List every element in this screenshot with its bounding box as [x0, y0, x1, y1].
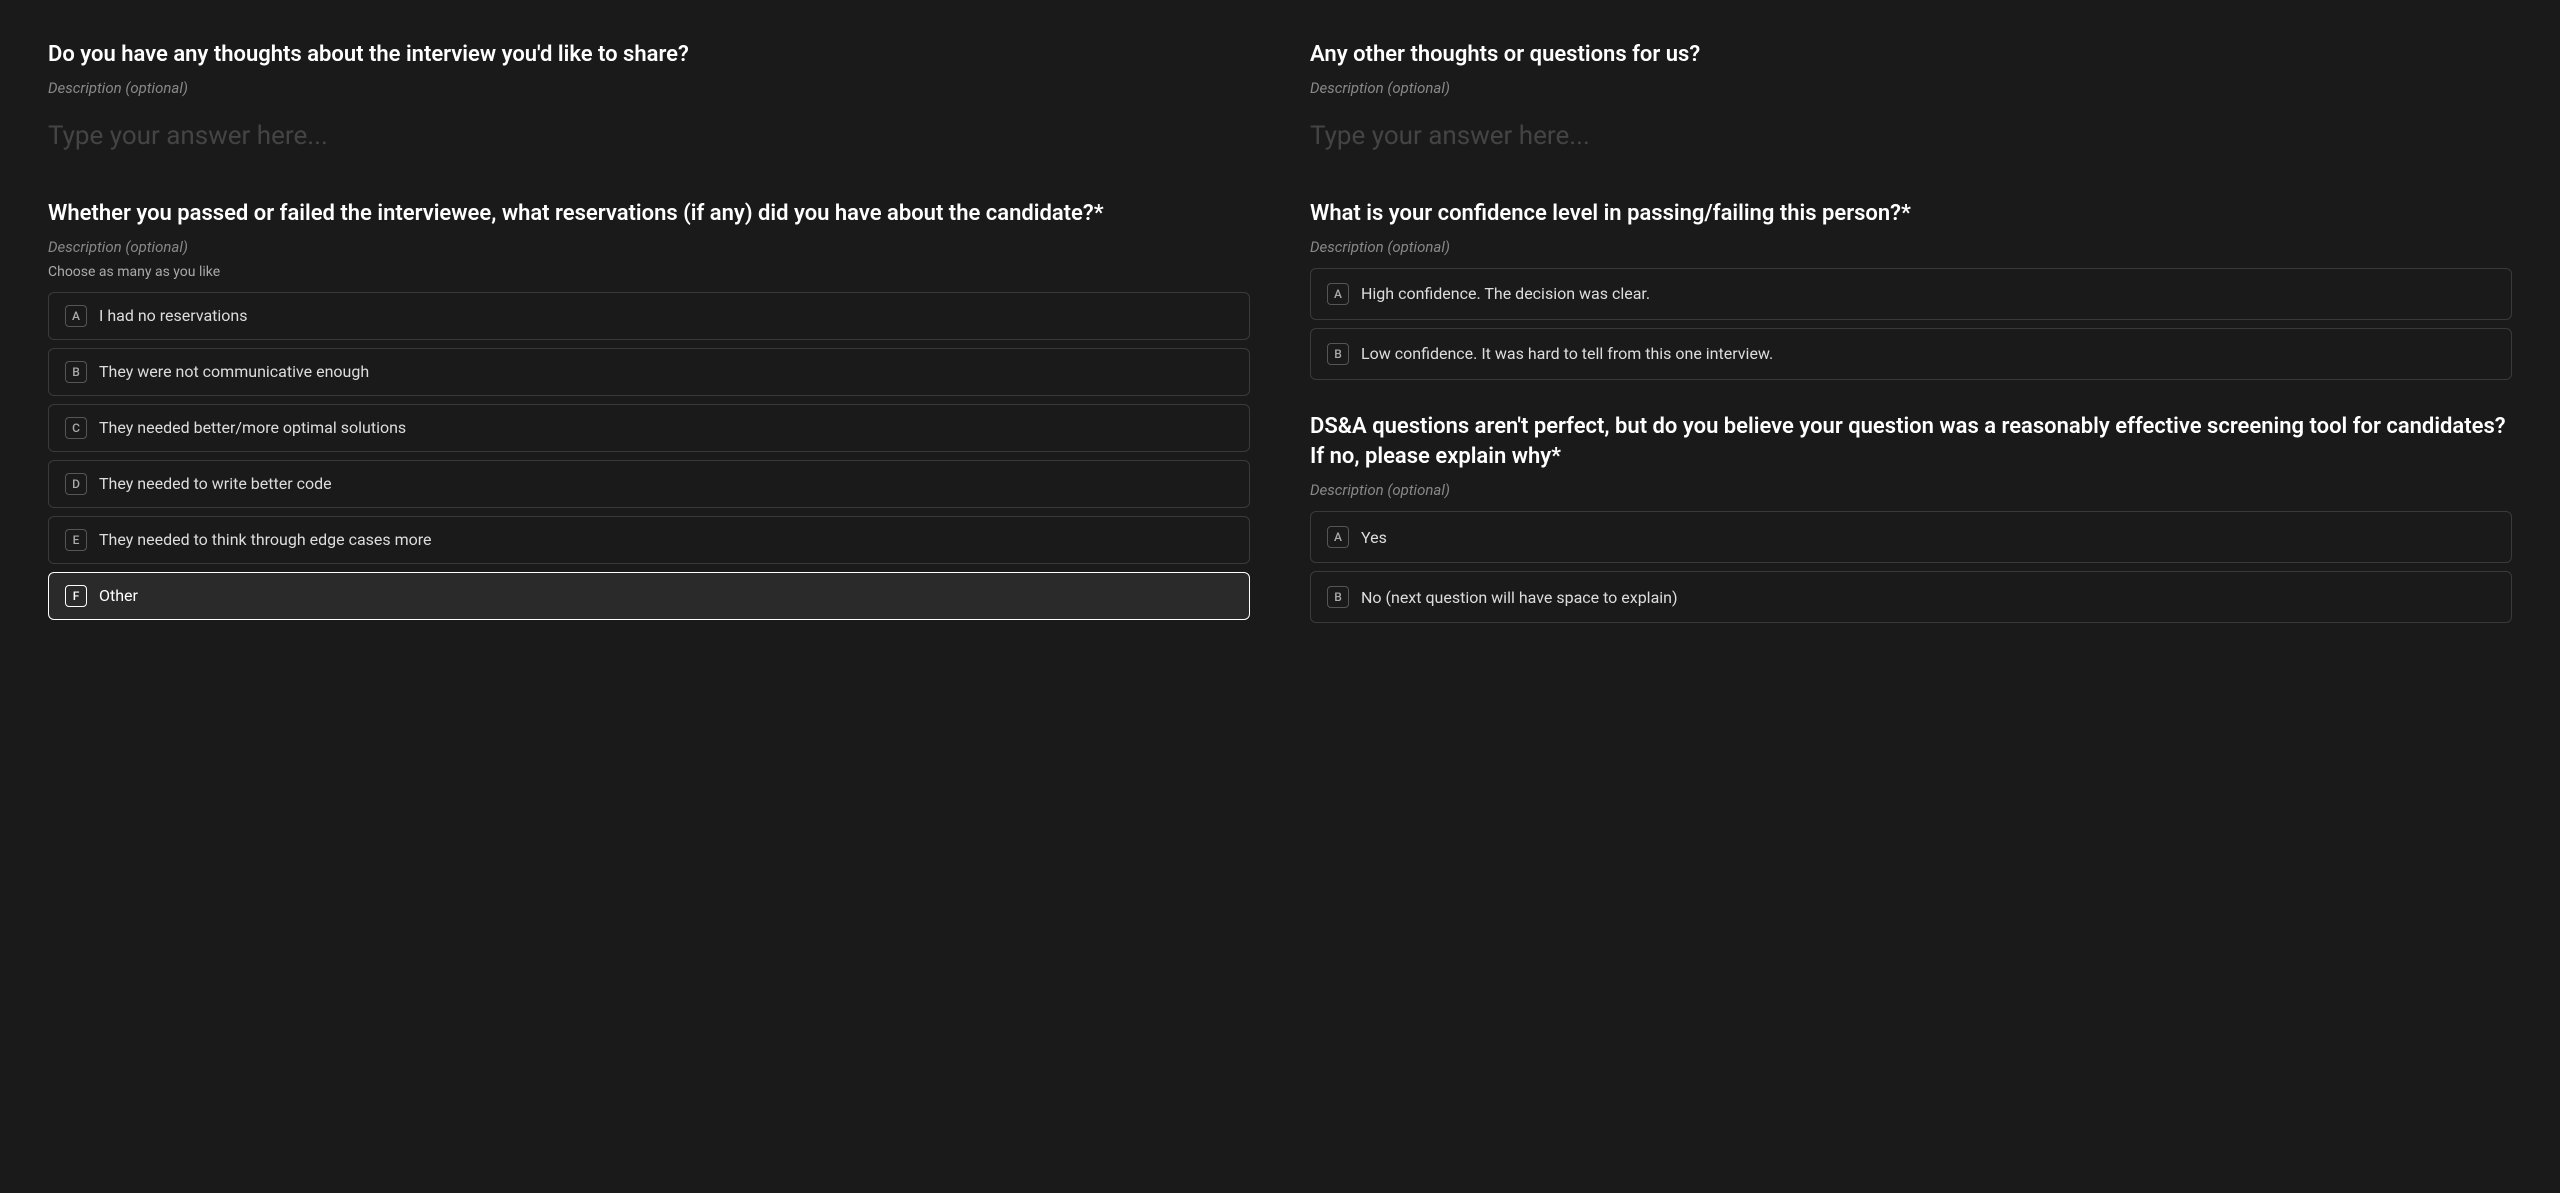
- dsa-options-list: A Yes B No (next question will have spac…: [1310, 511, 2512, 623]
- confidence-title: What is your confidence level in passing…: [1310, 199, 2512, 230]
- other-thoughts-title: Any other thoughts or questions for us?: [1310, 40, 2512, 71]
- confidence-options-list: A High confidence. The decision was clea…: [1310, 268, 2512, 380]
- dsa-option-yes[interactable]: A Yes: [1310, 511, 2512, 563]
- interview-thoughts-title: Do you have any thoughts about the inter…: [48, 40, 1250, 71]
- confidence-key-b: B: [1327, 343, 1349, 365]
- option-text-d: They needed to write better code: [99, 474, 332, 493]
- other-thoughts-block: Any other thoughts or questions for us? …: [1310, 40, 2512, 167]
- option-key-f: F: [65, 585, 87, 607]
- option-key-d: D: [65, 473, 87, 495]
- confidence-key-a: A: [1327, 283, 1349, 305]
- reservation-option-c[interactable]: C They needed better/more optimal soluti…: [48, 404, 1250, 452]
- interview-thoughts-placeholder[interactable]: Type your answer here...: [48, 105, 1250, 167]
- other-thoughts-description: Description (optional): [1310, 79, 2512, 97]
- dsa-option-no[interactable]: B No (next question will have space to e…: [1310, 571, 2512, 623]
- option-text-b: They were not communicative enough: [99, 362, 369, 381]
- interview-thoughts-description: Description (optional): [48, 79, 1250, 97]
- dsa-effectiveness-description: Description (optional): [1310, 481, 2512, 499]
- option-text-f: Other: [99, 586, 138, 605]
- page-container: Do you have any thoughts about the inter…: [48, 40, 2512, 623]
- reservations-options-list: A I had no reservations B They were not …: [48, 292, 1250, 620]
- left-column: Do you have any thoughts about the inter…: [48, 40, 1250, 623]
- confidence-block: What is your confidence level in passing…: [1310, 199, 2512, 380]
- option-text-a: I had no reservations: [99, 306, 248, 325]
- reservation-option-d[interactable]: D They needed to write better code: [48, 460, 1250, 508]
- right-column: Any other thoughts or questions for us? …: [1310, 40, 2512, 623]
- reservations-block: Whether you passed or failed the intervi…: [48, 199, 1250, 620]
- confidence-text-b: Low confidence. It was hard to tell from…: [1361, 344, 1773, 363]
- dsa-effectiveness-block: DS&A questions aren't perfect, but do yo…: [1310, 412, 2512, 624]
- reservations-description: Description (optional): [48, 238, 1250, 256]
- confidence-option-b[interactable]: B Low confidence. It was hard to tell fr…: [1310, 328, 2512, 380]
- reservation-option-e[interactable]: E They needed to think through edge case…: [48, 516, 1250, 564]
- confidence-description: Description (optional): [1310, 238, 2512, 256]
- choose-label: Choose as many as you like: [48, 264, 1250, 280]
- interview-thoughts-block: Do you have any thoughts about the inter…: [48, 40, 1250, 167]
- reservation-option-f[interactable]: F Other: [48, 572, 1250, 620]
- confidence-option-a[interactable]: A High confidence. The decision was clea…: [1310, 268, 2512, 320]
- dsa-key-b: B: [1327, 586, 1349, 608]
- dsa-text-yes: Yes: [1361, 528, 1387, 547]
- reservation-option-a[interactable]: A I had no reservations: [48, 292, 1250, 340]
- reservations-title: Whether you passed or failed the intervi…: [48, 199, 1250, 230]
- dsa-text-no: No (next question will have space to exp…: [1361, 588, 1678, 607]
- option-key-b: B: [65, 361, 87, 383]
- option-key-c: C: [65, 417, 87, 439]
- confidence-text-a: High confidence. The decision was clear.: [1361, 284, 1650, 303]
- reservation-option-b[interactable]: B They were not communicative enough: [48, 348, 1250, 396]
- option-key-a: A: [65, 305, 87, 327]
- other-thoughts-placeholder[interactable]: Type your answer here...: [1310, 105, 2512, 167]
- option-text-e: They needed to think through edge cases …: [99, 530, 432, 549]
- option-key-e: E: [65, 529, 87, 551]
- option-text-c: They needed better/more optimal solution…: [99, 418, 406, 437]
- dsa-key-a: A: [1327, 526, 1349, 548]
- dsa-effectiveness-title: DS&A questions aren't perfect, but do yo…: [1310, 412, 2512, 474]
